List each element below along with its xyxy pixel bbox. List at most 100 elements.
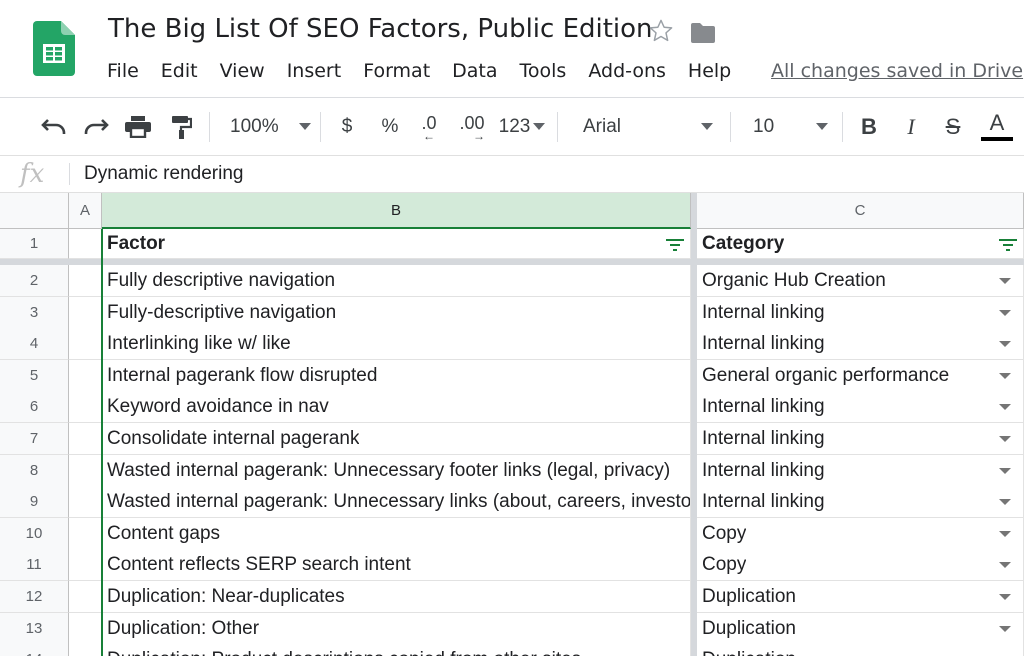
menu-help[interactable]: Help <box>688 60 731 86</box>
strikethrough-button[interactable]: S <box>940 98 966 155</box>
row-header[interactable]: 9 <box>0 486 69 518</box>
row-header[interactable]: 14 <box>0 644 69 656</box>
row-header[interactable]: 4 <box>0 328 69 360</box>
cell-factor[interactable]: Wasted internal pagerank: Unnecessary fo… <box>102 455 691 487</box>
font-size-select[interactable]: 10 <box>753 98 831 155</box>
cell-a[interactable] <box>69 486 102 518</box>
menu-insert[interactable]: Insert <box>287 60 342 86</box>
cell-a[interactable] <box>69 581 102 613</box>
cell-factor[interactable]: Fully-descriptive navigation <box>102 297 691 329</box>
font-family-select[interactable]: Arial <box>583 98 717 155</box>
cell-a[interactable] <box>69 360 102 392</box>
cell-factor[interactable]: Content reflects SERP search intent <box>102 549 691 581</box>
text-color-button[interactable]: A <box>980 98 1014 155</box>
currency-format-button[interactable]: $ <box>335 98 359 155</box>
row-header[interactable]: 12 <box>0 581 69 613</box>
row-header[interactable]: 11 <box>0 549 69 581</box>
cell-factor[interactable]: Fully descriptive navigation <box>102 265 691 297</box>
menu-data[interactable]: Data <box>452 60 497 86</box>
column-header-a[interactable]: A <box>69 193 102 229</box>
cell-category[interactable]: Internal linking <box>697 423 1024 455</box>
cell-a[interactable] <box>69 328 102 360</box>
cell-factor[interactable]: Duplication: Other <box>102 613 691 645</box>
dropdown-arrow-icon[interactable] <box>999 372 1011 379</box>
menu-format[interactable]: Format <box>363 60 430 86</box>
undo-button[interactable] <box>38 98 70 155</box>
save-status-link[interactable]: All changes saved in Drive <box>771 60 1023 82</box>
cell-category[interactable]: Internal linking <box>697 391 1024 423</box>
dropdown-arrow-icon[interactable] <box>999 277 1011 284</box>
dropdown-arrow-icon[interactable] <box>999 340 1011 347</box>
bold-button[interactable]: B <box>856 98 882 155</box>
cell-a[interactable] <box>69 297 102 329</box>
paint-format-button[interactable] <box>166 98 196 155</box>
cell-a[interactable] <box>69 423 102 455</box>
cell-a[interactable] <box>69 644 102 656</box>
row-header[interactable]: 6 <box>0 391 69 423</box>
cell-factor[interactable]: Duplication: Product descriptions copied… <box>102 644 691 656</box>
filter-icon[interactable] <box>666 238 684 252</box>
cell-category[interactable]: Duplication <box>697 644 1024 656</box>
menu-view[interactable]: View <box>220 60 265 86</box>
dropdown-arrow-icon[interactable] <box>999 530 1011 537</box>
column-header-c[interactable]: C <box>697 193 1024 229</box>
cell-category[interactable]: Duplication <box>697 581 1024 613</box>
cell-category[interactable]: Internal linking <box>697 297 1024 329</box>
frozen-row-divider[interactable] <box>0 259 1024 265</box>
cell-category[interactable]: Organic Hub Creation <box>697 265 1024 297</box>
more-formats-button[interactable]: 123 <box>498 98 546 155</box>
document-title[interactable]: The Big List Of SEO Factors, Public Edit… <box>108 14 653 44</box>
cell-category[interactable]: General organic performance <box>697 360 1024 392</box>
row-header[interactable]: 2 <box>0 265 69 297</box>
cell-category[interactable]: Copy <box>697 518 1024 550</box>
cell-category[interactable]: Duplication <box>697 613 1024 645</box>
dropdown-arrow-icon[interactable] <box>999 467 1011 474</box>
cell-category[interactable]: Internal linking <box>697 455 1024 487</box>
italic-button[interactable]: I <box>898 98 924 155</box>
row-header[interactable]: 8 <box>0 455 69 487</box>
row-header[interactable]: 5 <box>0 360 69 392</box>
cell-category[interactable]: Internal linking <box>697 486 1024 518</box>
column-header-category[interactable]: Category <box>697 229 1024 259</box>
row-header[interactable]: 7 <box>0 423 69 455</box>
cell-factor[interactable]: Duplication: Near-duplicates <box>102 581 691 613</box>
cell-factor[interactable]: Wasted internal pagerank: Unnecessary li… <box>102 486 691 518</box>
row-header[interactable]: 3 <box>0 297 69 329</box>
decrease-decimal-button[interactable]: .0 ← <box>414 98 444 155</box>
formula-input[interactable]: Dynamic rendering <box>84 163 243 185</box>
cell-category[interactable]: Copy <box>697 549 1024 581</box>
increase-decimal-button[interactable]: .00 → <box>455 98 489 155</box>
folder-icon[interactable] <box>689 20 717 46</box>
dropdown-arrow-icon[interactable] <box>999 403 1011 410</box>
row-header[interactable]: 1 <box>0 229 69 259</box>
cell-a[interactable] <box>69 265 102 297</box>
redo-button[interactable] <box>80 98 112 155</box>
dropdown-arrow-icon[interactable] <box>999 625 1011 632</box>
menu-file[interactable]: File <box>107 60 139 86</box>
menu-add-ons[interactable]: Add-ons <box>588 60 666 86</box>
cell-a[interactable] <box>69 229 102 259</box>
column-header-factor[interactable]: Factor <box>102 229 691 259</box>
cell-a[interactable] <box>69 549 102 581</box>
cell-a[interactable] <box>69 613 102 645</box>
row-header[interactable]: 13 <box>0 613 69 645</box>
frozen-column-divider[interactable] <box>691 193 697 656</box>
cell-factor[interactable]: Consolidate internal pagerank <box>102 423 691 455</box>
column-header-b[interactable]: B <box>102 193 691 229</box>
print-button[interactable] <box>122 98 154 155</box>
star-icon[interactable] <box>646 16 676 46</box>
cell-a[interactable] <box>69 455 102 487</box>
zoom-select[interactable]: 100% <box>230 98 312 155</box>
menu-tools[interactable]: Tools <box>520 60 567 86</box>
dropdown-arrow-icon[interactable] <box>999 309 1011 316</box>
select-all-corner[interactable] <box>0 193 69 229</box>
filter-icon[interactable] <box>999 238 1017 252</box>
cell-factor[interactable]: Internal pagerank flow disrupted <box>102 360 691 392</box>
dropdown-arrow-icon[interactable] <box>999 593 1011 600</box>
cell-factor[interactable]: Interlinking like w/ like <box>102 328 691 360</box>
google-sheets-logo-icon[interactable] <box>33 21 75 76</box>
menu-edit[interactable]: Edit <box>161 60 198 86</box>
dropdown-arrow-icon[interactable] <box>999 561 1011 568</box>
percent-format-button[interactable]: % <box>378 98 402 155</box>
dropdown-arrow-icon[interactable] <box>999 435 1011 442</box>
